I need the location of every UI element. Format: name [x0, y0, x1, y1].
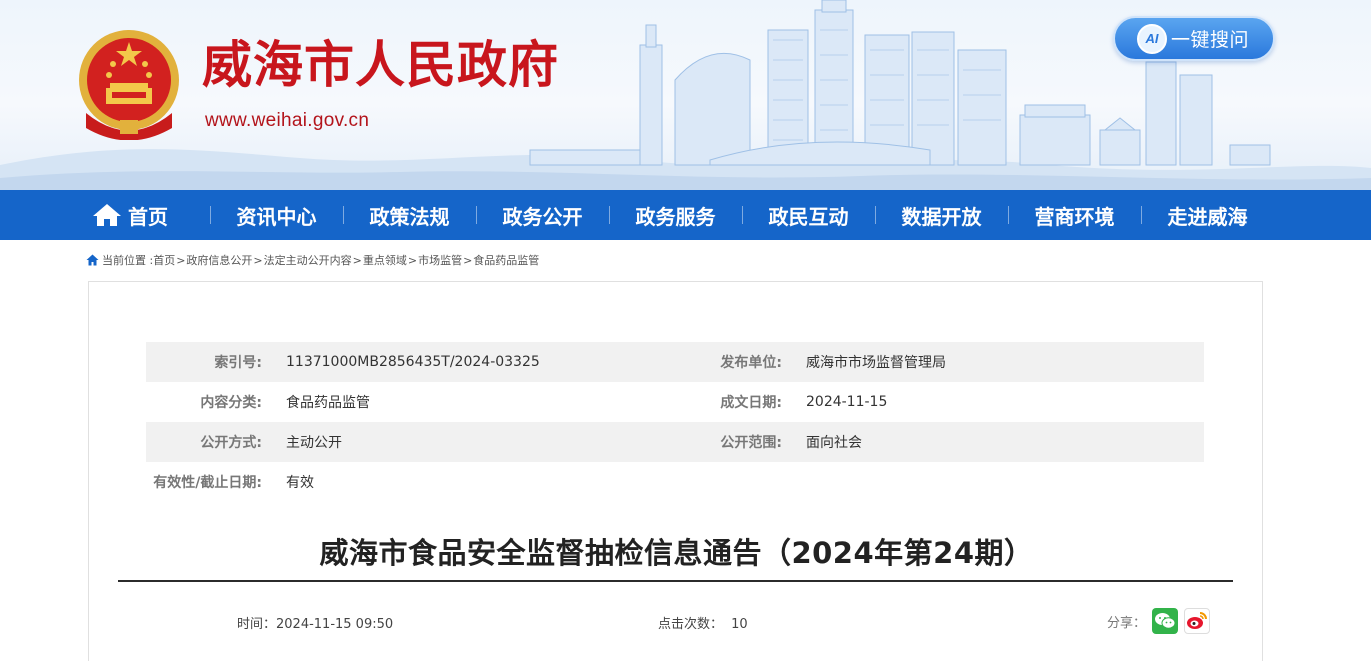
breadcrumb-separator: > — [407, 253, 418, 267]
meta-value-publisher: 威海市市场监督管理局 — [806, 355, 946, 371]
breadcrumb-item-gov-info[interactable]: 政府信息公开 — [186, 252, 252, 268]
ai-search-label: 一键搜问 — [1171, 29, 1250, 51]
meta-key-index: 索引号: — [214, 355, 262, 371]
share-bar: 分享： — [1107, 608, 1211, 634]
meta-value-empty — [806, 462, 1204, 502]
nav-label: 政策法规 — [369, 204, 450, 229]
article-panel: 索引号: 11371000MB2856435T/2024-03325 发布单位:… — [88, 281, 1263, 661]
meta-key-empty — [676, 462, 806, 502]
wechat-share-button[interactable] — [1152, 608, 1179, 634]
nav-item-gov-service[interactable]: 政务服务 — [609, 190, 742, 240]
ai-icon: AI — [1137, 23, 1167, 54]
nav-label: 营商环境 — [1034, 204, 1115, 229]
meta-value-disclosure-scope: 面向社会 — [806, 435, 862, 451]
home-icon — [93, 204, 121, 226]
national-emblem-icon — [79, 30, 179, 140]
breadcrumb-item-home[interactable]: 首页 — [153, 252, 175, 268]
nav-label: 政务公开 — [502, 204, 583, 229]
nav-label: 走进威海 — [1167, 204, 1248, 229]
table-row: 内容分类: 食品药品监管 成文日期: 2024-11-15 — [146, 382, 1204, 422]
breadcrumb-item-market[interactable]: 市场监管 — [418, 252, 462, 268]
title-divider — [118, 580, 1233, 582]
meta-key-written-date: 成文日期: — [720, 395, 782, 411]
article-title: 威海市食品安全监督抽检信息通告（2024年第24期） — [319, 536, 1034, 570]
nav-item-open-data[interactable]: 数据开放 — [875, 190, 1008, 240]
breadcrumb-separator: > — [352, 253, 362, 267]
wechat-icon — [1155, 613, 1176, 629]
nav-item-home[interactable]: 首页 — [82, 190, 210, 240]
meta-key-category: 内容分类: — [200, 395, 262, 411]
nav-item-about-weihai[interactable]: 走进威海 — [1141, 190, 1274, 240]
click-count-label: 点击次数： — [658, 617, 724, 632]
meta-key-validity: 有效性/截止日期: — [153, 475, 262, 491]
nav-label: 资讯中心 — [236, 204, 317, 229]
share-label: 分享： — [1107, 615, 1147, 631]
breadcrumb-item-statutory[interactable]: 法定主动公开内容 — [264, 252, 352, 268]
site-url: www.weihai.gov.cn — [205, 110, 370, 131]
nav-item-business[interactable]: 营商环境 — [1008, 190, 1141, 240]
meta-value-index: 11371000MB2856435T/2024-03325 — [286, 354, 540, 370]
click-count: 点击次数： 10 — [658, 613, 748, 632]
main-nav: 首页 资讯中心 政策法规 政务公开 政务服务 政民互动 数据开放 营商环境 走进… — [0, 190, 1371, 240]
nav-item-policy[interactable]: 政策法规 — [343, 190, 476, 240]
meta-key-publisher: 发布单位: — [720, 355, 782, 371]
site-header: 威海市人民政府 www.weihai.gov.cn AI 一键搜问 — [0, 0, 1371, 190]
publish-time: 时间：2024-11-15 09:50 — [237, 617, 394, 632]
nav-label: 政务服务 — [635, 204, 716, 229]
breadcrumb: 当前位置 : 首页 > 政府信息公开 > 法定主动公开内容 > 重点领域 > 市… — [86, 252, 539, 268]
meta-key-disclosure-method: 公开方式: — [200, 435, 262, 451]
nav-label: 政民互动 — [768, 204, 849, 229]
meta-value-disclosure-method: 主动公开 — [286, 435, 342, 451]
breadcrumb-separator: > — [463, 253, 473, 267]
breadcrumb-item-food-drug[interactable]: 食品药品监管 — [473, 252, 539, 268]
breadcrumb-prefix: 当前位置 : — [102, 254, 154, 267]
nav-item-interaction[interactable]: 政民互动 — [742, 190, 875, 240]
weibo-share-button[interactable] — [1184, 608, 1211, 634]
breadcrumb-item-key-areas[interactable]: 重点领域 — [363, 252, 407, 268]
meta-value-written-date: 2024-11-15 — [806, 394, 888, 410]
nav-label: 数据开放 — [901, 204, 982, 229]
ai-search-button[interactable]: AI 一键搜问 — [1113, 16, 1275, 61]
nav-item-gov-disclosure[interactable]: 政务公开 — [476, 190, 609, 240]
nav-label: 首页 — [128, 204, 168, 229]
weibo-icon — [1187, 612, 1208, 629]
table-row: 公开方式: 主动公开 公开范围: 面向社会 — [146, 422, 1204, 462]
document-metadata-table: 索引号: 11371000MB2856435T/2024-03325 发布单位:… — [146, 342, 1204, 502]
home-icon — [86, 254, 99, 266]
breadcrumb-separator: > — [253, 253, 263, 267]
table-row: 有效性/截止日期: 有效 — [146, 462, 1204, 502]
click-count-value: 10 — [731, 617, 748, 632]
nav-item-news[interactable]: 资讯中心 — [210, 190, 343, 240]
breadcrumb-separator: > — [176, 253, 186, 267]
site-title: 威海市人民政府 — [202, 35, 559, 94]
meta-value-category: 食品药品监管 — [286, 395, 370, 411]
meta-key-disclosure-scope: 公开范围: — [720, 435, 782, 451]
table-row: 索引号: 11371000MB2856435T/2024-03325 发布单位:… — [146, 342, 1204, 382]
meta-value-validity: 有效 — [286, 475, 314, 491]
